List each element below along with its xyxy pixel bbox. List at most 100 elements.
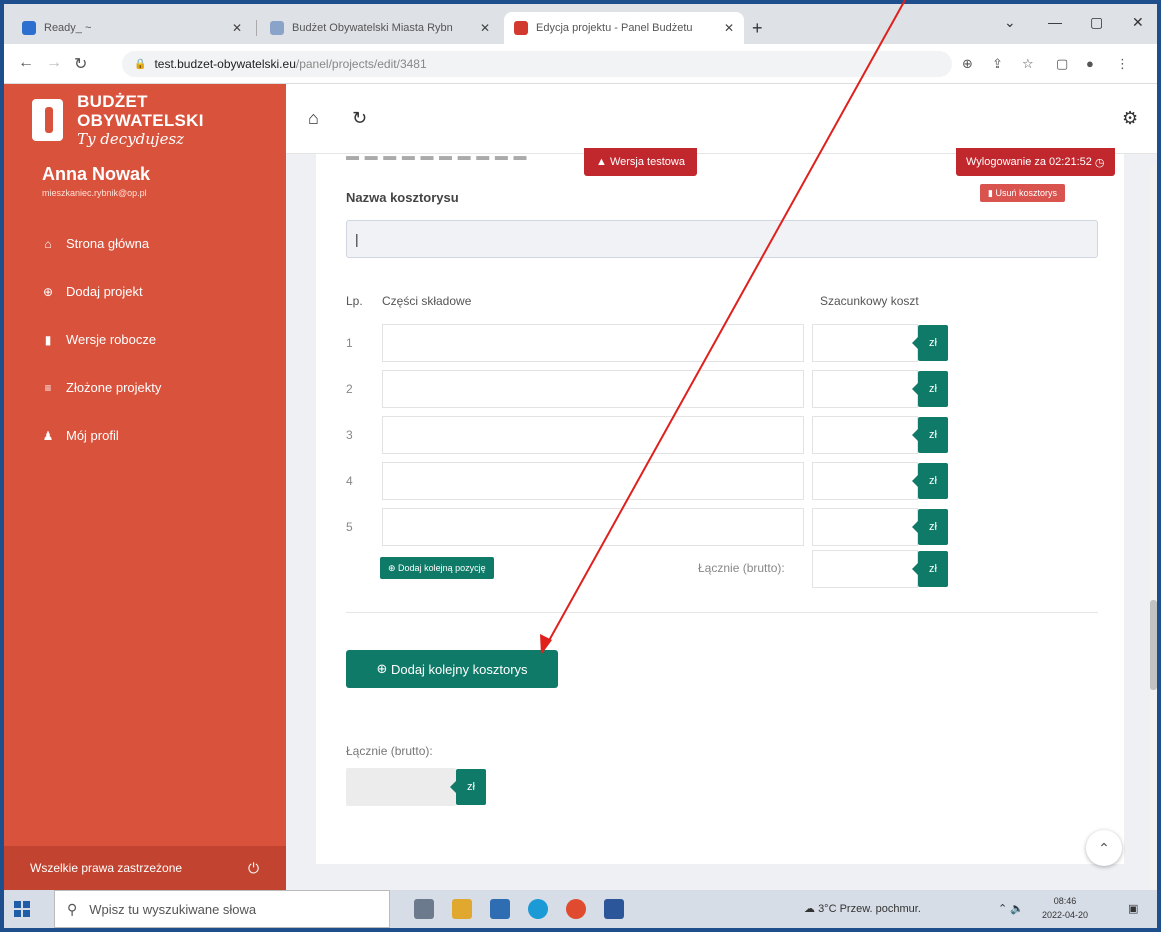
sidebar-item-submitted[interactable]: ≡ Złożone projekty <box>42 380 161 395</box>
part-input[interactable] <box>382 370 804 408</box>
sidebar-item-drafts[interactable]: ▮ Wersje robocze <box>42 332 156 347</box>
add-estimate-button[interactable]: ⊕ Dodaj kolejny kosztorys <box>346 650 558 688</box>
currency-addon: zł <box>912 463 948 499</box>
close-icon[interactable]: ✕ <box>232 21 242 35</box>
estimate-name-input[interactable]: | <box>346 220 1098 258</box>
reload-button[interactable]: ↻ <box>74 54 87 74</box>
sidebar-item-profile[interactable]: ♟ Mój profil <box>42 428 119 443</box>
add-position-label: Dodaj kolejną pozycję <box>398 563 486 573</box>
new-tab-button[interactable]: + <box>752 18 763 39</box>
search-placeholder: Wpisz tu wyszukiwane słowa <box>89 901 257 917</box>
cost-input[interactable] <box>812 324 918 362</box>
currency-addon: zł <box>450 769 486 805</box>
home-icon[interactable]: ⌂ <box>308 108 319 129</box>
estimate-card: ▬ ▬ ▬ ▬ ▬ ▬ ▬ ▬ ▬ ▬ ▲ Wersja testowa Wyl… <box>316 148 1124 864</box>
browser-tab-active[interactable]: Edycja projektu - Panel Budżetu ✕ <box>504 12 744 44</box>
weather-text: 3°C Przew. pochmur. <box>818 903 921 915</box>
file-explorer-icon[interactable] <box>452 899 472 919</box>
sidepanel-icon[interactable]: ▢ <box>1056 56 1068 72</box>
browser-tab[interactable]: Budżet Obywatelski Miasta Rybn ✕ <box>260 12 500 44</box>
site-icon <box>514 21 528 35</box>
delete-estimate-label: Usuń kosztorys <box>995 188 1057 198</box>
clock[interactable]: 08:46 2022-04-20 <box>1042 894 1088 922</box>
taskbar-search-input[interactable]: ⚲ Wpisz tu wyszukiwane słowa <box>54 890 390 928</box>
subtotal-label: Łącznie (brutto): <box>698 561 785 575</box>
part-input[interactable] <box>382 416 804 454</box>
cost-input[interactable] <box>812 416 918 454</box>
word-icon[interactable] <box>604 899 624 919</box>
zoom-icon[interactable]: ⊕ <box>962 56 973 72</box>
star-icon[interactable]: ☆ <box>1022 56 1034 72</box>
mail-icon[interactable] <box>490 899 510 919</box>
minimize-button[interactable]: — <box>1048 14 1062 30</box>
maximize-button[interactable]: ▢ <box>1090 14 1103 31</box>
brand-logo[interactable]: BUDŻET OBYWATELSKI Ty decydujesz <box>32 92 262 148</box>
cost-input[interactable] <box>812 370 918 408</box>
currency-addon: zł <box>912 551 948 587</box>
plus-circle-icon: ⊕ <box>42 284 54 299</box>
column-header-parts: Części składowe <box>382 294 472 308</box>
scrollbar-thumb[interactable] <box>1150 600 1157 690</box>
task-view-icon[interactable] <box>414 899 434 919</box>
top-bar: ⌂ ↻ ⚙ <box>286 84 1157 154</box>
chrome-icon[interactable] <box>566 899 586 919</box>
profile-icon[interactable]: ● <box>1086 56 1094 71</box>
close-icon[interactable]: ✕ <box>724 21 734 35</box>
url-path: /panel/projects/edit/3481 <box>295 57 427 71</box>
cloud-icon: ☁ <box>804 903 819 915</box>
logout-timer-label: Wylogowanie za 02:21:52 <box>966 156 1092 168</box>
cost-input[interactable] <box>812 462 918 500</box>
refresh-icon[interactable]: ↻ <box>352 108 367 129</box>
sidebar: BUDŻET OBYWATELSKI Ty decydujesz Anna No… <box>4 84 286 890</box>
clock-icon: ◷ <box>1091 156 1105 169</box>
close-icon[interactable]: ✕ <box>480 21 490 35</box>
edge-icon[interactable] <box>528 899 548 919</box>
row-number: 1 <box>346 336 353 350</box>
part-input[interactable] <box>382 462 804 500</box>
chevron-down-icon[interactable]: ⌄ <box>1004 14 1016 31</box>
part-input[interactable] <box>382 508 804 546</box>
close-window-button[interactable]: ✕ <box>1132 14 1144 31</box>
logout-timer-badge: Wylogowanie za 02:21:52 ◷ <box>956 148 1115 176</box>
notification-icon[interactable]: ▣ <box>1128 902 1138 915</box>
browser-tab[interactable]: Ready_ ~ ✕ <box>12 12 252 44</box>
url-input[interactable]: 🔒 test.budzet-obywatelski.eu/panel/proje… <box>122 51 952 77</box>
sidebar-item-label: Strona główna <box>66 236 150 251</box>
page-scrollbar[interactable] <box>1150 164 1157 928</box>
tab-label: Ready_ ~ <box>44 22 92 34</box>
list-icon: ≡ <box>44 380 52 395</box>
windows-start-icon[interactable] <box>14 901 30 917</box>
scroll-top-button[interactable]: ⌃ <box>1086 830 1122 866</box>
row-number: 3 <box>346 428 353 442</box>
delete-estimate-button[interactable]: ▮ Usuń kosztorys <box>980 184 1065 202</box>
row-number: 5 <box>346 520 353 534</box>
menu-icon[interactable]: ⋮ <box>1116 56 1129 72</box>
cost-input[interactable] <box>812 508 918 546</box>
tab-label: Edycja projektu - Panel Budżetu <box>536 22 693 34</box>
row-number: 2 <box>346 382 353 396</box>
trash-icon: ▮ <box>988 187 996 198</box>
warning-icon: ▲ <box>596 156 610 168</box>
share-icon[interactable]: ⇪ <box>992 56 1003 72</box>
address-bar: ← → ↻ 🔒 test.budzet-obywatelski.eu/panel… <box>4 44 1157 84</box>
add-position-button[interactable]: ⊕ Dodaj kolejną pozycję <box>380 557 494 579</box>
estimate-name-label: Nazwa kosztorysu <box>346 190 459 205</box>
power-icon[interactable]: ⏻ <box>248 860 259 877</box>
sidebar-item-add-project[interactable]: ⊕ Dodaj projekt <box>42 284 143 299</box>
app-area: BUDŻET OBYWATELSKI Ty decydujesz Anna No… <box>4 84 1157 928</box>
back-button[interactable]: ← <box>18 54 34 72</box>
sidebar-item-home[interactable]: ⌂ Strona główna <box>42 236 149 251</box>
test-version-label: Wersja testowa <box>609 156 685 168</box>
currency-addon: zł <box>912 509 948 545</box>
sidebar-item-label: Złożone projekty <box>66 380 162 395</box>
browser-window: Ready_ ~ ✕ Budżet Obywatelski Miasta Ryb… <box>4 4 1157 928</box>
copyright-text: Wszelkie prawa zastrzeżone <box>30 861 183 875</box>
currency-addon: zł <box>912 417 948 453</box>
forward-button[interactable]: → <box>46 54 62 72</box>
tray-icons[interactable]: ⌃ 🔈 <box>998 902 1024 915</box>
lock-icon: 🔒 <box>134 58 147 70</box>
file-icon: ▮ <box>44 332 52 347</box>
part-input[interactable] <box>382 324 804 362</box>
gear-icon[interactable]: ⚙ <box>1122 108 1138 129</box>
weather-widget[interactable]: ☁ 3°C Przew. pochmur. <box>804 902 921 915</box>
